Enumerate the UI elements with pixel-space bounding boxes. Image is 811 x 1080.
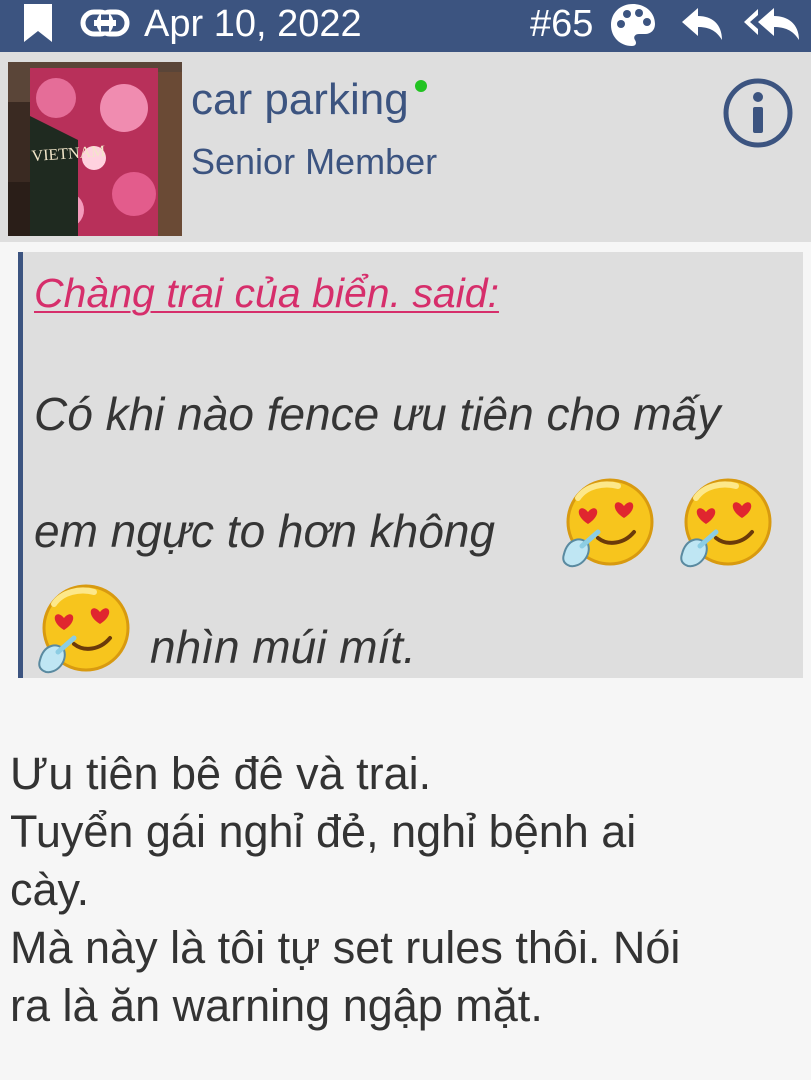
- post-line-1: Ưu tiên bê đê và trai.: [10, 748, 432, 799]
- post-line-3: cày.: [10, 864, 90, 915]
- quote-block: Chàng trai của biển. said: Có khi nào fe…: [18, 252, 803, 678]
- heart-eyes-drooling-emoji: [676, 474, 776, 579]
- post-line-5: ra là ăn warning ngập mặt.: [10, 980, 543, 1031]
- post-date[interactable]: Apr 10, 2022: [144, 2, 362, 46]
- online-status-indicator: [414, 80, 427, 92]
- username[interactable]: car parking: [191, 74, 427, 126]
- quote-line-2: em ngực to hơn không: [34, 505, 496, 557]
- user-title: Senior Member: [191, 141, 438, 182]
- post-body: Ưu tiên bê đê và trai. Tuyển gái nghỉ đẻ…: [10, 745, 800, 1035]
- avatar[interactable]: VIETNAM: [8, 62, 182, 236]
- reply-icon[interactable]: [680, 6, 724, 47]
- info-icon[interactable]: [722, 77, 794, 154]
- post-author-header: VIETNAM car parking Senior Member: [0, 52, 811, 242]
- link-icon[interactable]: [80, 8, 130, 43]
- quote-author-link[interactable]: Chàng trai của biển. said:: [34, 268, 499, 318]
- palette-icon[interactable]: [608, 1, 658, 54]
- post-toolbar: Apr 10, 2022 #65: [0, 0, 811, 52]
- heart-eyes-drooling-emoji: [34, 580, 134, 685]
- quote-line-3: nhìn múi mít.: [150, 621, 416, 673]
- quote-bar: [18, 252, 23, 678]
- bookmark-icon[interactable]: [22, 4, 54, 49]
- post-line-4: Mà này là tôi tự set rules thôi. Nói: [10, 922, 681, 973]
- reply-all-icon[interactable]: [742, 6, 802, 47]
- username-text[interactable]: car parking: [191, 75, 409, 124]
- quote-line-1: Có khi nào fence ưu tiên cho mấy: [34, 388, 721, 440]
- heart-eyes-drooling-emoji: [558, 474, 658, 579]
- post-line-2: Tuyển gái nghỉ đẻ, nghỉ bệnh ai: [10, 806, 637, 857]
- post-number[interactable]: #65: [530, 2, 593, 46]
